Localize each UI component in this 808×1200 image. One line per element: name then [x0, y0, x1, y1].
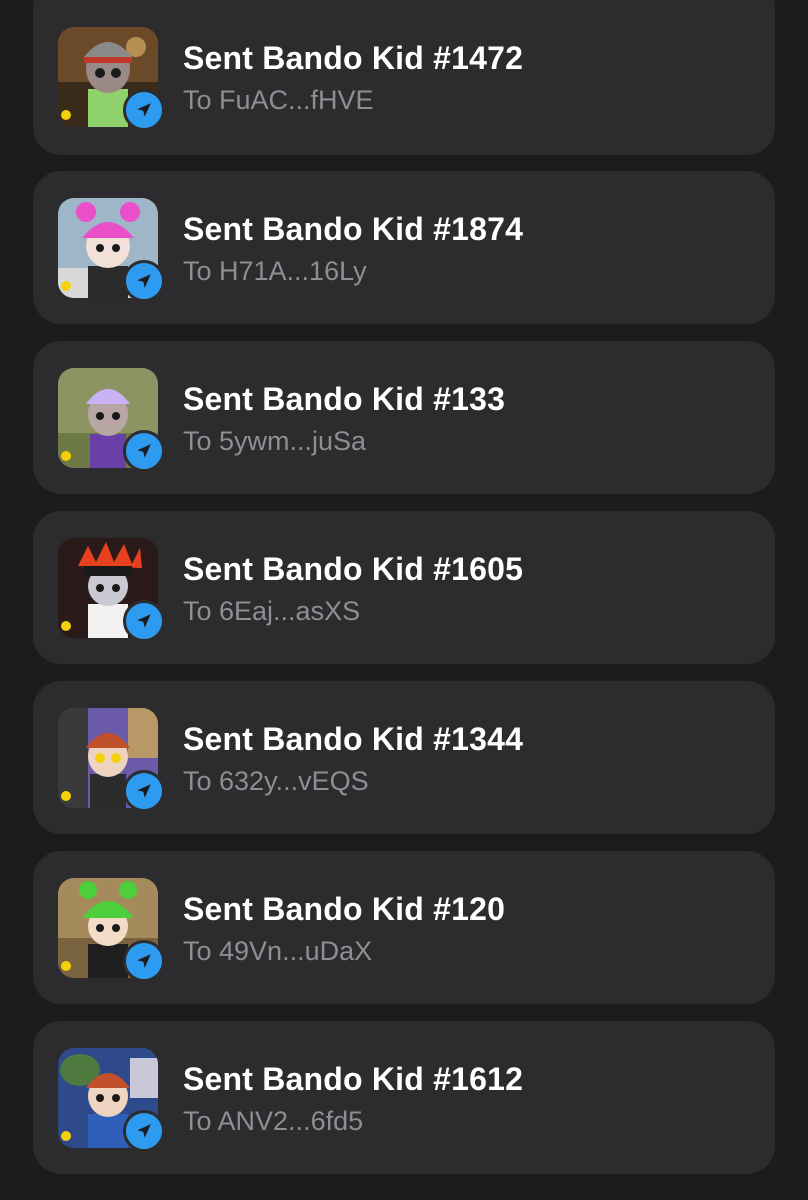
send-badge: [123, 940, 165, 982]
activity-item[interactable]: Sent Bando Kid #133 To 5ywm...juSa: [33, 341, 775, 494]
send-arrow-icon: [137, 954, 151, 968]
item-title: Sent Bando Kid #133: [183, 381, 506, 417]
send-badge: [123, 89, 165, 131]
send-badge: [123, 1110, 165, 1152]
send-arrow-icon: [137, 103, 151, 117]
item-recipient: To FuAC...fHVE: [183, 85, 374, 115]
send-arrow-icon: [137, 1124, 151, 1138]
item-recipient: To H71A...16Ly: [183, 256, 367, 286]
send-arrow-icon: [137, 614, 151, 628]
item-title: Sent Bando Kid #1874: [183, 211, 524, 247]
item-recipient: To 6Eaj...asXS: [183, 596, 361, 626]
send-badge: [123, 430, 165, 472]
send-arrow-icon: [137, 444, 151, 458]
activity-item[interactable]: Sent Bando Kid #1605 To 6Eaj...asXS: [33, 511, 775, 664]
activity-item[interactable]: Sent Bando Kid #120 To 49Vn...uDaX: [33, 851, 775, 1004]
activity-item[interactable]: Sent Bando Kid #1612 To ANV2...6fd5: [33, 1021, 775, 1174]
activity-list: Sent Bando Kid #1472 To FuAC...fHVE Sent…: [0, 0, 808, 1200]
item-title: Sent Bando Kid #1472: [183, 40, 524, 76]
item-title: Sent Bando Kid #1605: [183, 551, 524, 587]
item-recipient: To 49Vn...uDaX: [183, 936, 373, 966]
item-title: Sent Bando Kid #1344: [183, 721, 524, 757]
send-badge: [123, 770, 165, 812]
item-recipient: To 5ywm...juSa: [183, 426, 367, 456]
item-recipient: To ANV2...6fd5: [183, 1106, 364, 1136]
activity-item[interactable]: Sent Bando Kid #1344 To 632y...vEQS: [33, 681, 775, 834]
item-title: Sent Bando Kid #120: [183, 891, 506, 927]
activity-item[interactable]: Sent Bando Kid #1874 To H71A...16Ly: [33, 171, 775, 324]
send-badge: [123, 600, 165, 642]
item-title: Sent Bando Kid #1612: [183, 1061, 524, 1097]
item-recipient: To 632y...vEQS: [183, 766, 369, 796]
activity-item[interactable]: Sent Bando Kid #1472 To FuAC...fHVE: [33, 0, 775, 155]
send-arrow-icon: [137, 274, 151, 288]
send-arrow-icon: [137, 784, 151, 798]
send-badge: [123, 260, 165, 302]
